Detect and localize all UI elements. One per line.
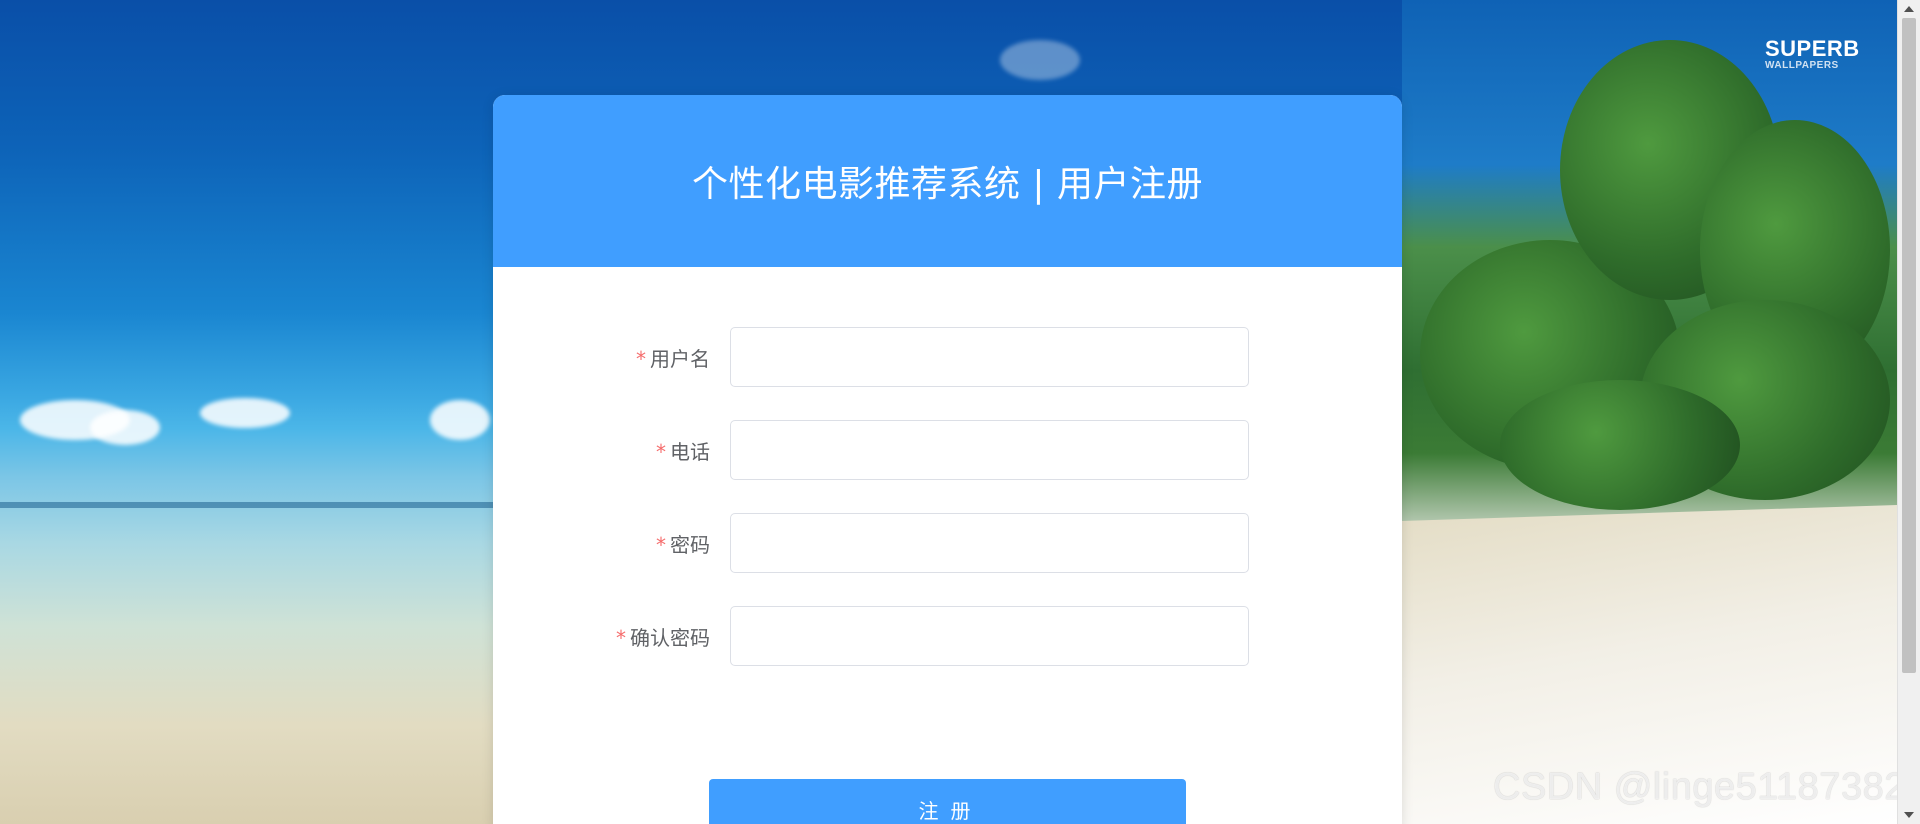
scrollbar-thumb[interactable]: [1902, 18, 1916, 673]
logo-text: SUPERB: [1765, 36, 1860, 61]
phone-input[interactable]: [730, 420, 1249, 480]
register-form: * 用户名 * 电话 * 密码 * 确认密码 注册: [493, 267, 1402, 824]
cloud: [1000, 40, 1080, 80]
page-title: 个性化电影推荐系统 | 用户注册: [691, 164, 1204, 205]
scroll-up-arrow-icon[interactable]: [1904, 6, 1914, 12]
cloud: [90, 410, 160, 445]
register-card: 个性化电影推荐系统 | 用户注册 * 用户名 * 电话 * 密码 * 确认密码 …: [493, 95, 1402, 824]
wallpaper-logo: SUPERB WALLPAPERS: [1765, 36, 1860, 71]
palm-foliage: [1500, 380, 1740, 510]
username-input[interactable]: [730, 327, 1249, 387]
logo-subtext: WALLPAPERS: [1765, 60, 1839, 71]
cloud: [200, 398, 290, 428]
password-label-text: 密码: [670, 532, 710, 557]
password-label: * 密码: [493, 529, 730, 558]
phone-label-text: 电话: [670, 439, 710, 464]
required-mark: *: [636, 346, 646, 371]
form-row-username: * 用户名: [493, 327, 1402, 387]
form-row-phone: * 电话: [493, 420, 1402, 480]
submit-wrap: 注册: [709, 779, 1186, 824]
username-label: * 用户名: [493, 343, 730, 372]
form-row-confirm-password: * 确认密码: [493, 606, 1402, 666]
cloud: [430, 400, 490, 440]
confirm-password-input[interactable]: [730, 606, 1249, 666]
required-mark: *: [656, 532, 666, 557]
phone-label: * 电话: [493, 436, 730, 465]
watermark-text: CSDN @linge511873822: [1493, 766, 1920, 808]
required-mark: *: [616, 625, 626, 650]
register-button[interactable]: 注册: [709, 779, 1186, 824]
confirm-password-label: * 确认密码: [493, 622, 730, 651]
page-viewport: SUPERB WALLPAPERS 个性化电影推荐系统 | 用户注册 * 用户名 …: [0, 0, 1920, 824]
scroll-down-arrow-icon[interactable]: [1904, 812, 1914, 818]
form-row-password: * 密码: [493, 513, 1402, 573]
confirm-password-label-text: 确认密码: [630, 625, 710, 650]
username-label-text: 用户名: [650, 346, 710, 371]
card-header: 个性化电影推荐系统 | 用户注册: [493, 95, 1402, 267]
vertical-scrollbar[interactable]: [1897, 0, 1920, 824]
required-mark: *: [656, 439, 666, 464]
password-input[interactable]: [730, 513, 1249, 573]
